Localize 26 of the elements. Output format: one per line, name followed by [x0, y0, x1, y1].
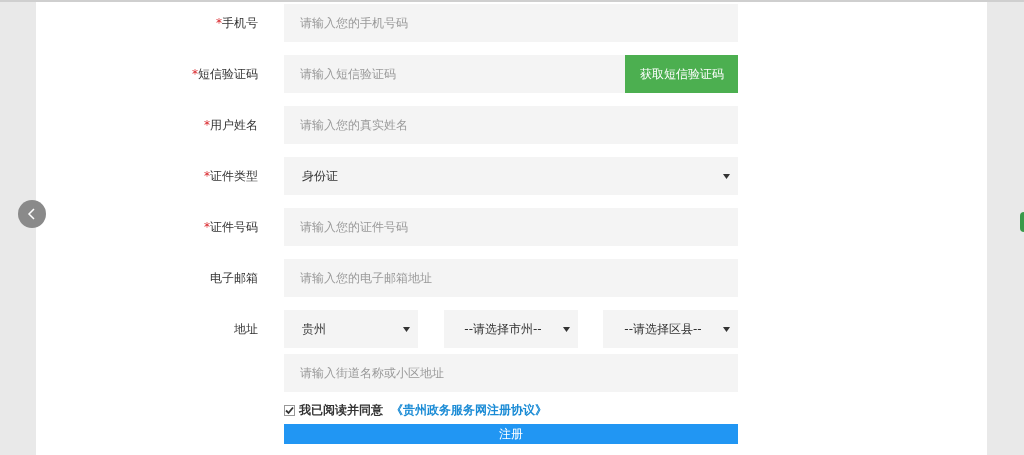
checkmark-icon	[285, 405, 294, 415]
input-field[interactable]: 请输入您的手机号码	[284, 4, 738, 42]
select-field[interactable]: 身份证	[284, 157, 738, 195]
agreement-text: 我已阅读并同意	[299, 401, 383, 419]
select-field[interactable]: 贵州	[284, 310, 418, 348]
field-label: 地址	[234, 321, 258, 338]
chevron-left-icon	[27, 208, 37, 220]
checkbox[interactable]	[284, 404, 295, 416]
field-label: *证件号码	[204, 219, 258, 236]
input-field[interactable]: 请输入短信验证码	[284, 55, 625, 93]
agreement-link[interactable]: 《贵州政务服务网注册协议》	[391, 401, 547, 419]
field-label: *手机号	[216, 15, 258, 32]
input-field[interactable]: 请输入您的电子邮箱地址	[284, 259, 738, 297]
input-field[interactable]: 请输入您的证件号码	[284, 208, 738, 246]
caret-icon	[403, 326, 410, 332]
field-label: *短信验证码	[192, 66, 258, 83]
field-label: 电子邮箱	[210, 270, 258, 287]
caret-icon	[723, 326, 730, 332]
input-field[interactable]: 请输入您的真实姓名	[284, 106, 738, 144]
field-label: *用户姓名	[204, 117, 258, 134]
caret-icon	[562, 326, 570, 332]
caret-icon	[723, 173, 730, 179]
field-label: *证件类型	[204, 168, 258, 185]
select-field[interactable]: --请选择区县--	[603, 310, 738, 348]
select-field[interactable]: --请选择市州--	[443, 310, 578, 348]
input-field[interactable]: 请输入街道名称或小区地址	[284, 354, 738, 392]
